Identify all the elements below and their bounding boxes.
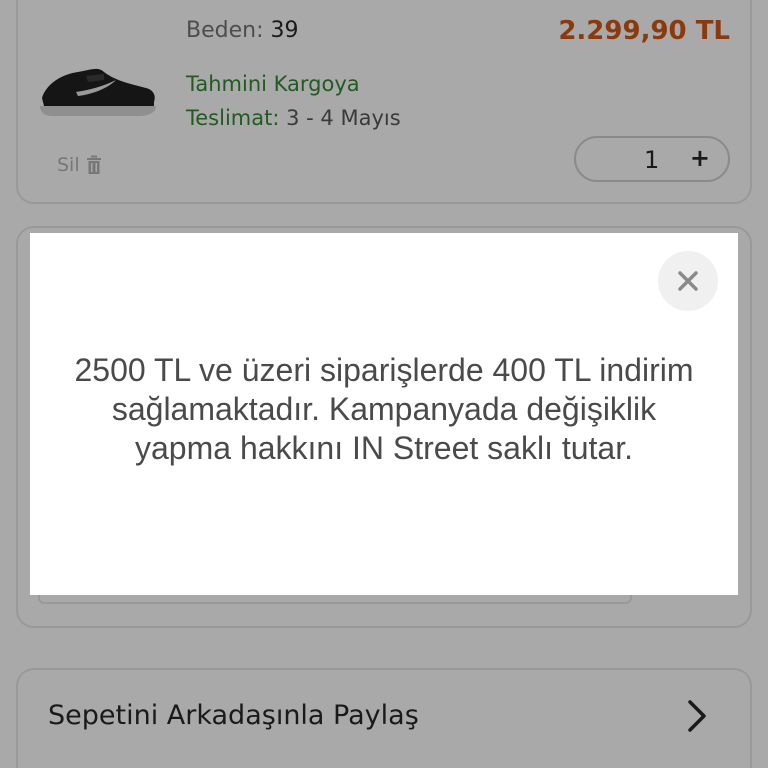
quantity-stepper[interactable]: 1 +: [574, 136, 730, 182]
share-cart-label: Sepetini Arkadaşınla Paylaş: [48, 700, 419, 731]
delivery-dates: 3 - 4 Mayıs: [286, 106, 401, 130]
delivery-line2: Teslimat: 3 - 4 Mayıs: [186, 106, 401, 130]
delete-button[interactable]: Sil: [57, 154, 102, 176]
size-label: Beden:: [186, 18, 264, 43]
size-value: 39: [270, 18, 299, 43]
price: 2.299,90 TL: [558, 16, 730, 46]
close-button[interactable]: [658, 251, 718, 311]
trash-icon: [86, 155, 101, 174]
increment-button[interactable]: +: [690, 144, 710, 172]
product-image[interactable]: [38, 62, 158, 118]
close-icon: [678, 271, 698, 291]
delivery-line1: Tahmini Kargoya: [186, 72, 360, 96]
size-row: Beden: 39: [186, 18, 298, 43]
campaign-message: 2500 TL ve üzeri siparişlerde 400 TL ind…: [74, 352, 694, 466]
quantity-value: 1: [644, 146, 660, 174]
campaign-modal: 2500 TL ve üzeri siparişlerde 400 TL ind…: [30, 233, 738, 595]
delivery-label: Teslimat:: [186, 106, 280, 130]
chevron-right-icon: [688, 700, 706, 732]
delete-label: Sil: [57, 154, 80, 176]
